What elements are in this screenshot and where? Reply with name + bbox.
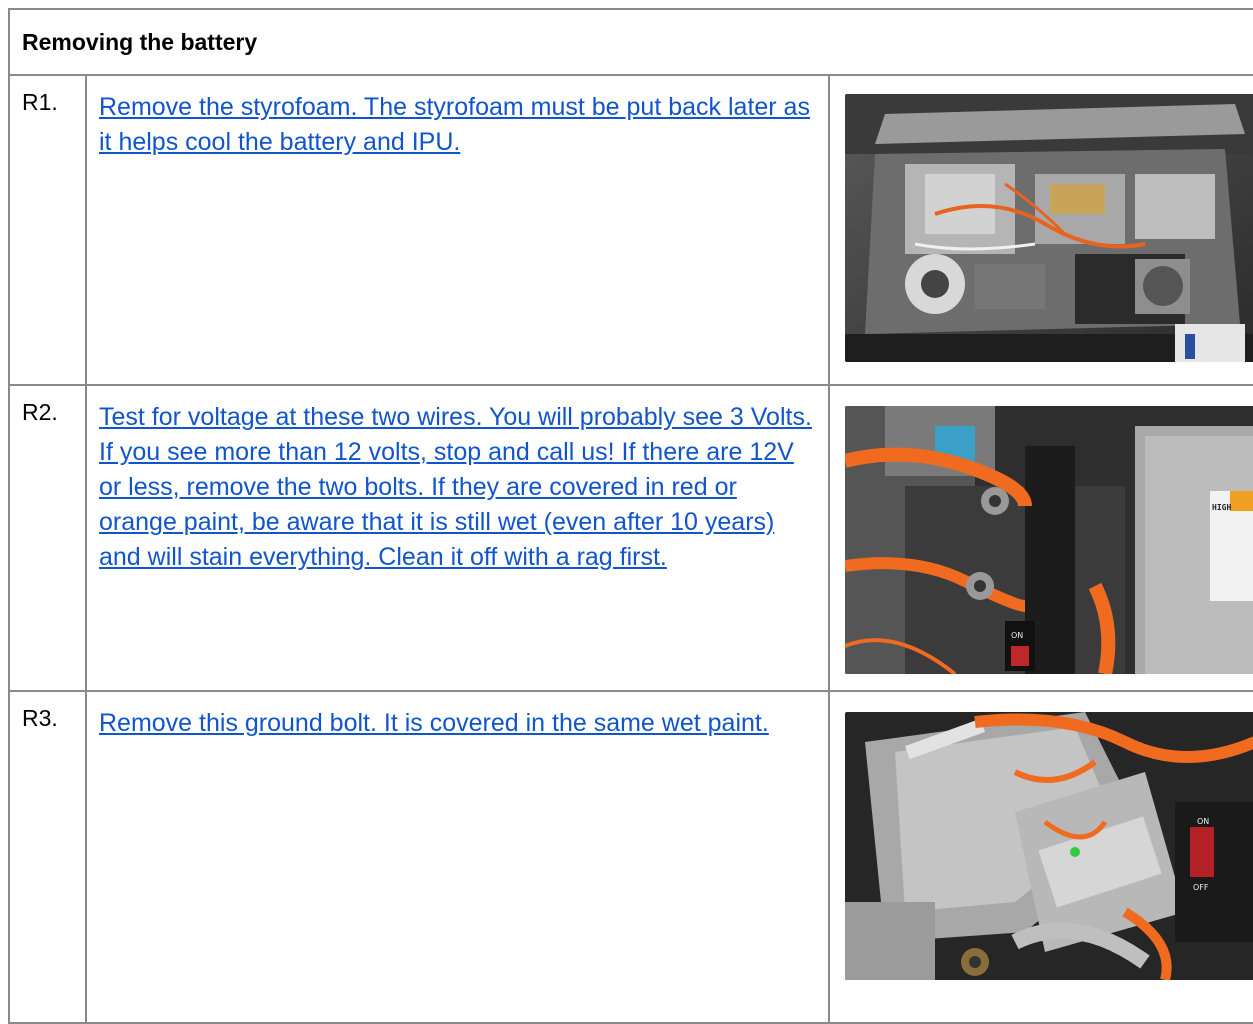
step-text-cell: Remove the styrofoam. The styrofoam must…	[85, 74, 830, 386]
engine-bay-photo	[845, 94, 1253, 362]
instructions-table: Removing the battery R1. Remove the styr…	[7, 8, 1253, 1024]
battery-terminals-photo: HIGH ON	[845, 406, 1253, 674]
section-title: Removing the battery	[22, 29, 258, 55]
switch-off-text: OFF	[1193, 883, 1209, 892]
step-text-cell: Test for voltage at these two wires. You…	[85, 384, 830, 692]
step-photo-cell: HIGH ON	[827, 384, 1253, 692]
step-number: R2.	[8, 384, 87, 692]
step-number: R3.	[8, 690, 87, 1024]
switch-label-text: ON	[1011, 631, 1023, 640]
table-row: R1. Remove the styrofoam. The styrofoam …	[8, 74, 1253, 386]
section-header-cell: Removing the battery	[7, 8, 1253, 76]
step-photo-cell	[827, 74, 1253, 386]
step-text-cell: Remove this ground bolt. It is covered i…	[85, 690, 830, 1024]
step-instruction-link[interactable]: Remove the styrofoam. The styrofoam must…	[99, 93, 810, 156]
step-number: R1.	[8, 74, 87, 386]
step-photo-cell: ON OFF	[827, 690, 1253, 1024]
step-instruction-link[interactable]: Test for voltage at these two wires. You…	[99, 403, 812, 571]
switch-on-text: ON	[1197, 817, 1209, 826]
ground-bolt-photo: ON OFF	[845, 712, 1253, 980]
warning-label-text: HIGH	[1212, 503, 1231, 512]
step-instruction-link[interactable]: Remove this ground bolt. It is covered i…	[99, 709, 769, 737]
table-row: R3. Remove this ground bolt. It is cover…	[8, 690, 1253, 1024]
table-row: R2. Test for voltage at these two wires.…	[8, 384, 1253, 692]
